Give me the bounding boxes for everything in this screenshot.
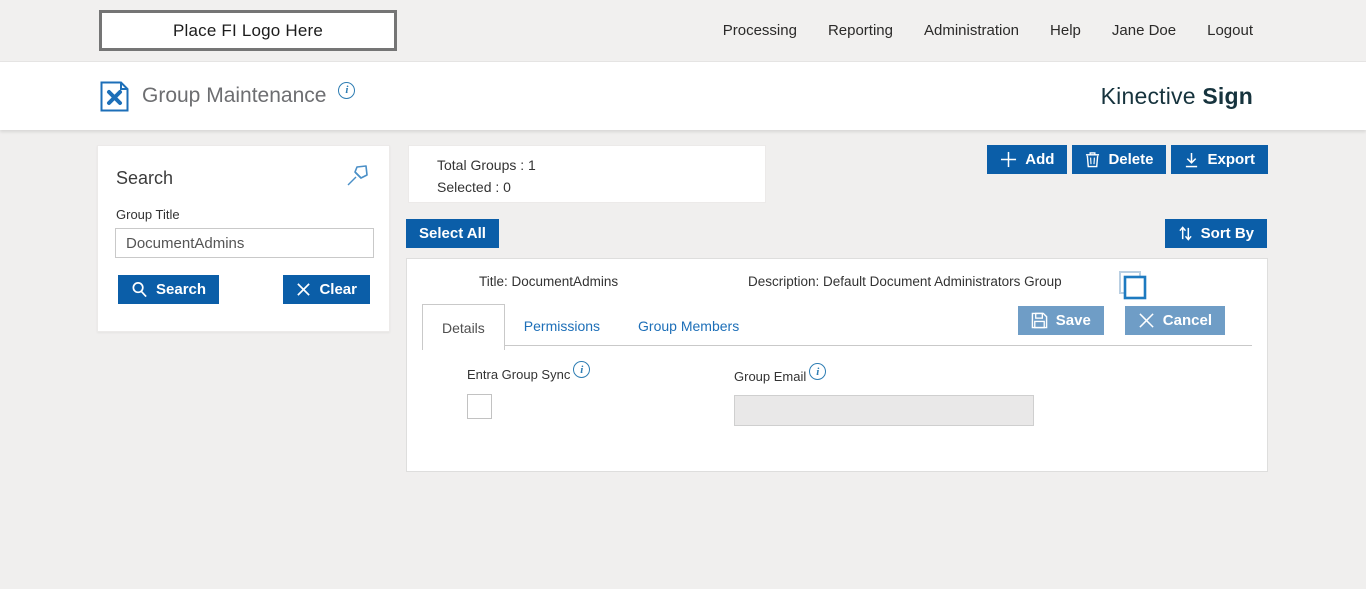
export-button-label: Export [1207,151,1255,168]
nav-logout[interactable]: Logout [1207,22,1253,39]
group-maintenance-page-icon [100,81,129,112]
clear-button-label: Clear [319,281,357,298]
group-title-row: Title: DocumentAdmins [479,274,618,289]
nav-help[interactable]: Help [1050,22,1081,39]
clear-button[interactable]: Clear [283,275,370,304]
page-title: Group Maintenance [142,84,327,107]
save-button-label: Save [1055,312,1091,329]
selected-count: Selected : 0 [437,179,511,195]
tab-permissions[interactable]: Permissions [505,306,619,345]
search-panel: Search Group Title Search [97,145,390,332]
group-description-row: Description: Default Document Administra… [748,274,1062,289]
tab-details[interactable]: Details [422,304,505,350]
entra-group-sync-checkbox[interactable] [467,394,492,419]
sort-icon [1178,225,1193,242]
nav-reporting[interactable]: Reporting [828,22,893,39]
sort-by-label: Sort By [1200,225,1254,242]
nav-processing[interactable]: Processing [723,22,797,39]
entra-group-sync-label: Entra Group Sync [467,367,571,382]
top-bar: Place FI Logo Here Processing Reporting … [0,0,1366,62]
brand-logo: Kinective Sign [1101,83,1253,110]
select-all-button[interactable]: Select All [406,219,499,248]
sort-by-button[interactable]: Sort By [1164,219,1267,248]
title-label: Title: [479,274,508,289]
clear-icon [296,282,311,297]
search-button[interactable]: Search [118,275,220,304]
add-button[interactable]: Add [987,145,1068,174]
group-email-info-icon[interactable]: i [809,363,827,380]
description-label: Description: [748,274,820,289]
add-button-label: Add [1025,151,1055,168]
group-email-label: Group Email [734,369,807,384]
copy-icon[interactable] [1117,270,1147,301]
page-header: Group Maintenance i Kinective Sign [0,62,1366,130]
tab-group-members[interactable]: Group Members [619,306,758,345]
entra-group-sync-info-icon[interactable]: i [573,361,591,378]
groups-summary: Total Groups : 1 Selected : 0 [408,145,766,203]
brand-product: Sign [1202,82,1253,109]
save-cancel-group: Save Cancel [1017,306,1225,335]
group-email-label-row: Group Email i [734,363,827,384]
fi-logo-text: Place FI Logo Here [172,20,324,40]
export-button[interactable]: Export [1171,145,1268,174]
export-icon [1184,152,1199,168]
delete-button-label: Delete [1108,151,1154,168]
cancel-button-label: Cancel [1162,312,1212,329]
search-icon [131,281,148,298]
main-content: Search Group Title Search [0,130,1366,589]
cancel-icon [1138,312,1155,329]
search-panel-title: Search [116,168,174,188]
brand-name: Kinective [1100,82,1196,109]
top-navigation: Processing Reporting Administration Help… [723,22,1253,39]
save-button[interactable]: Save [1017,306,1104,335]
pin-icon[interactable] [345,162,371,188]
page-title-info-icon[interactable]: i [338,81,356,99]
nav-administration[interactable]: Administration [924,22,1019,39]
fi-logo-placeholder: Place FI Logo Here [99,10,397,51]
group-email-input[interactable] [734,395,1034,426]
delete-button[interactable]: Delete [1072,145,1167,174]
group-title-label: Group Title [116,207,180,222]
group-detail-card: Title: DocumentAdmins Description: Defau… [406,258,1268,472]
delete-icon [1085,151,1100,168]
add-icon [1000,151,1017,168]
total-groups-count: Total Groups : 1 [437,157,536,173]
description-value: Default Document Administrators Group [823,274,1062,289]
title-value: DocumentAdmins [511,274,619,289]
save-icon [1031,312,1048,329]
cancel-button[interactable]: Cancel [1124,306,1225,335]
group-actions-toolbar: Add Delete Export [987,145,1268,174]
nav-user-jane-doe[interactable]: Jane Doe [1112,22,1176,39]
select-all-label: Select All [419,225,486,242]
entra-group-sync-label-row: Entra Group Sync i [467,361,591,382]
search-button-label: Search [156,281,207,298]
group-title-input[interactable] [115,228,374,258]
